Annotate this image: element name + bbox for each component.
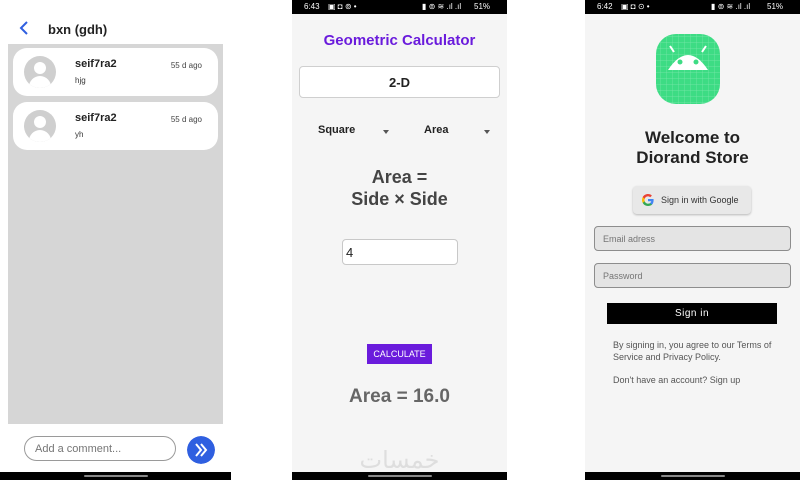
chevron-down-icon — [383, 130, 389, 134]
shape-dropdown-label: Square — [318, 124, 356, 136]
shape-dropdown[interactable]: Square — [318, 124, 389, 142]
notification-icons: ▣ ◘ ⊚ • — [328, 2, 357, 11]
formula-line-2: Side × Side — [351, 189, 448, 209]
send-button[interactable] — [187, 436, 215, 464]
dimension-selector[interactable]: 2-D — [299, 66, 500, 98]
welcome-line-1: Welcome to — [644, 128, 741, 147]
avatar — [24, 110, 56, 142]
calculator-screen: 6:43 ▣ ◘ ⊚ • ▮ ⊚ ≋ .ıl .ıl 51% Geometric… — [292, 0, 507, 480]
formula-line-1: Area = — [371, 167, 428, 187]
screenshot-stage: bxn (gdh) seif7ra2 hjg 55 d ago seif7ra2… — [0, 0, 800, 480]
battery-level: 51% — [474, 2, 491, 11]
google-g-icon — [642, 194, 654, 206]
comment-text: yh — [75, 130, 84, 139]
home-indicator[interactable] — [368, 475, 432, 477]
battery-level: 51% — [767, 2, 784, 11]
status-bar: 6:43 ▣ ◘ ⊚ • ▮ ⊚ ≋ .ıl .ıl 51% — [292, 0, 507, 14]
calculate-button[interactable]: CALCULATE — [367, 344, 432, 364]
status-bar: 6:42 ▣ ◘ ⊙ • ▮ ⊚ ≋ .ıl .ıl 51% — [585, 0, 800, 14]
signup-link[interactable]: Don't have an account? Sign up — [613, 375, 740, 385]
password-field[interactable] — [594, 263, 791, 288]
signal-icons: ▮ ⊚ ≋ .ıl .ıl — [711, 2, 751, 11]
chevron-down-icon — [484, 130, 490, 134]
comments-screen: bxn (gdh) seif7ra2 hjg 55 d ago seif7ra2… — [0, 0, 231, 480]
home-indicator[interactable] — [661, 475, 725, 477]
watermark-logo: خمسات — [359, 446, 440, 474]
back-arrow-icon[interactable] — [18, 20, 30, 36]
store-login-screen: 6:42 ▣ ◘ ⊙ • ▮ ⊚ ≋ .ıl .ıl 51% Welcome t… — [585, 0, 800, 480]
formula-text: Area = Side × Side — [292, 166, 507, 210]
google-signin-label: Sign in with Google — [661, 195, 739, 205]
comment-time: 55 d ago — [170, 115, 202, 124]
result-text: Area = 16.0 — [349, 386, 450, 407]
comments-title: bxn (gdh) — [48, 22, 108, 37]
status-time: 6:42 — [597, 2, 613, 11]
property-dropdown[interactable]: Area — [424, 124, 492, 142]
comment-input[interactable] — [24, 436, 176, 461]
app-title: Geometric Calculator — [323, 32, 476, 49]
email-field[interactable] — [594, 226, 791, 251]
comment-card[interactable]: seif7ra2 hjg 55 d ago — [13, 48, 218, 96]
comment-author: seif7ra2 — [75, 112, 117, 124]
side-input[interactable] — [342, 239, 458, 265]
terms-text[interactable]: By signing in, you agree to our Terms of… — [613, 339, 783, 363]
welcome-line-2: Diorand Store — [636, 148, 749, 167]
comment-time: 55 d ago — [170, 61, 202, 70]
property-dropdown-label: Area — [424, 124, 449, 136]
notification-icons: ▣ ◘ ⊙ • — [621, 2, 650, 11]
status-time: 6:43 — [304, 2, 320, 11]
avatar — [24, 56, 56, 88]
comment-text: hjg — [75, 76, 86, 85]
signal-icons: ▮ ⊚ ≋ .ıl .ıl — [422, 2, 462, 11]
comments-list[interactable]: seif7ra2 hjg 55 d ago seif7ra2 yh 55 d a… — [8, 44, 223, 424]
home-indicator[interactable] — [84, 475, 148, 477]
comments-topbar: bxn (gdh) — [0, 0, 231, 44]
comment-author: seif7ra2 — [75, 58, 117, 70]
android-store-logo-icon — [656, 34, 720, 104]
welcome-heading: Welcome to Diorand Store — [585, 128, 800, 168]
comment-card[interactable]: seif7ra2 yh 55 d ago — [13, 102, 218, 150]
google-signin-button[interactable]: Sign in with Google — [633, 186, 751, 214]
signin-button[interactable]: Sign in — [607, 303, 777, 324]
